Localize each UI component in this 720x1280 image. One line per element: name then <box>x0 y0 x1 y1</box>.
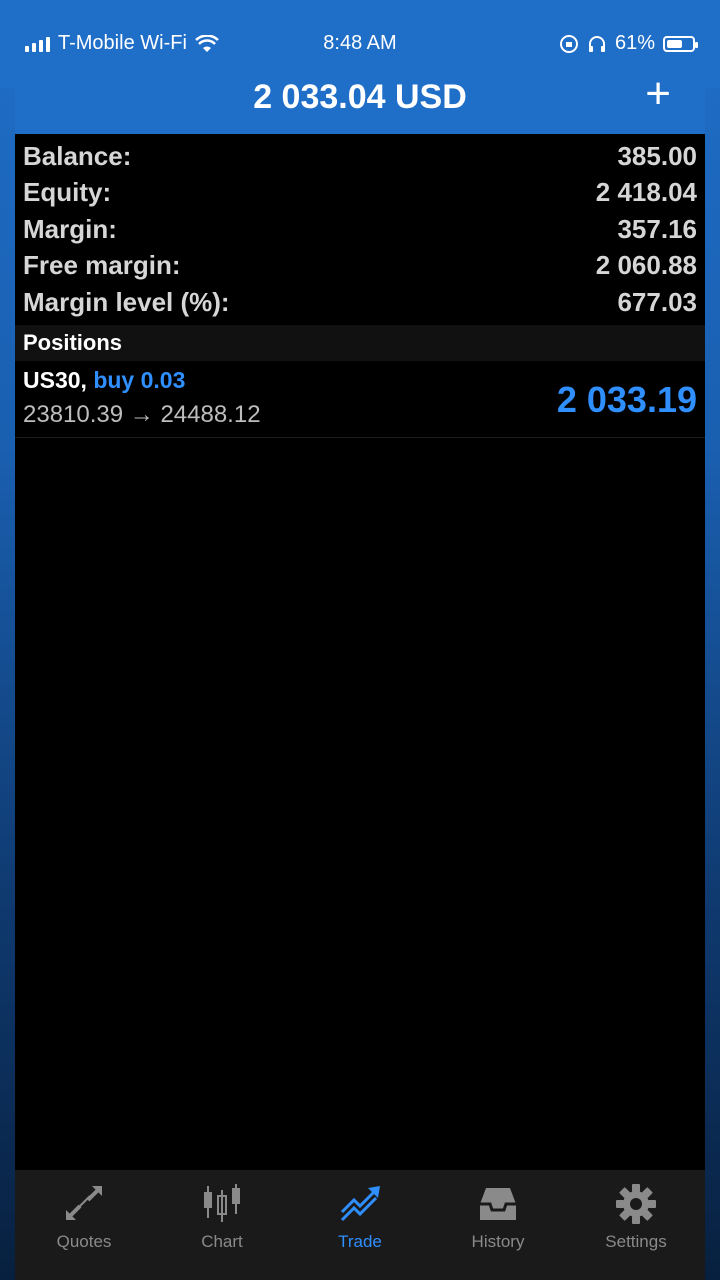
trade-icon <box>340 1186 380 1222</box>
tab-settings[interactable]: Settings <box>567 1170 705 1280</box>
summary-value: 677.03 <box>617 286 697 317</box>
chart-icon <box>204 1184 240 1222</box>
summary-label: Margin: <box>23 213 117 244</box>
add-order-button[interactable]: + <box>645 72 671 116</box>
summary-value: 385.00 <box>617 140 697 171</box>
tab-label: Settings <box>605 1232 667 1251</box>
tab-quotes[interactable]: Quotes <box>15 1170 153 1280</box>
tab-label: History <box>471 1232 525 1251</box>
summary-label: Balance: <box>23 140 132 171</box>
summary-row-free-margin: Free margin: 2 060.88 <box>23 248 697 285</box>
trade-content: Balance: 385.00 Equity: 2 418.04 Margin:… <box>15 134 705 1170</box>
summary-row-margin: Margin: 357.16 <box>23 211 697 248</box>
nav-header: 2 033.04 USD + <box>15 60 705 134</box>
quotes-icon <box>66 1186 102 1220</box>
positions-header: Positions <box>15 324 705 361</box>
position-symbol: US30, <box>23 366 87 393</box>
tab-history[interactable]: History <box>429 1170 567 1280</box>
summary-row-margin-level: Margin level (%): 677.03 <box>23 284 697 321</box>
position-prices: 23810.39 → 24488.12 <box>23 400 261 428</box>
rotation-lock-icon <box>559 34 578 53</box>
tab-bar: Quotes Chart Trade History Settings <box>15 1170 705 1280</box>
battery-percent: 61% <box>614 32 655 54</box>
position-row[interactable]: US30, buy 0.03 23810.39 → 24488.12 2 033… <box>15 361 705 438</box>
summary-value: 2 060.88 <box>595 250 697 281</box>
position-profit: 2 033.19 <box>556 378 697 420</box>
settings-icon <box>616 1184 656 1224</box>
summary-label: Equity: <box>23 177 112 208</box>
summary-row-equity: Equity: 2 418.04 <box>23 175 697 212</box>
summary-label: Free margin: <box>23 250 181 281</box>
position-direction: buy 0.03 <box>93 366 186 393</box>
tab-label: Trade <box>338 1232 382 1251</box>
position-symbol-line: US30, buy 0.03 <box>23 367 185 394</box>
status-right: 61% <box>559 32 698 55</box>
history-icon <box>480 1188 516 1220</box>
headphones-icon <box>588 35 605 52</box>
page-title: 2 033.04 USD <box>253 78 467 116</box>
account-summary: Balance: 385.00 Equity: 2 418.04 Margin:… <box>15 134 705 321</box>
summary-row-balance: Balance: 385.00 <box>23 138 697 175</box>
tab-trade[interactable]: Trade <box>291 1170 429 1280</box>
battery-icon <box>663 35 698 52</box>
summary-label: Margin level (%): <box>23 286 230 317</box>
tab-label: Quotes <box>56 1232 112 1251</box>
summary-value: 2 418.04 <box>595 177 697 208</box>
tab-chart[interactable]: Chart <box>153 1170 291 1280</box>
summary-value: 357.16 <box>617 213 697 244</box>
tab-label: Chart <box>201 1232 243 1251</box>
